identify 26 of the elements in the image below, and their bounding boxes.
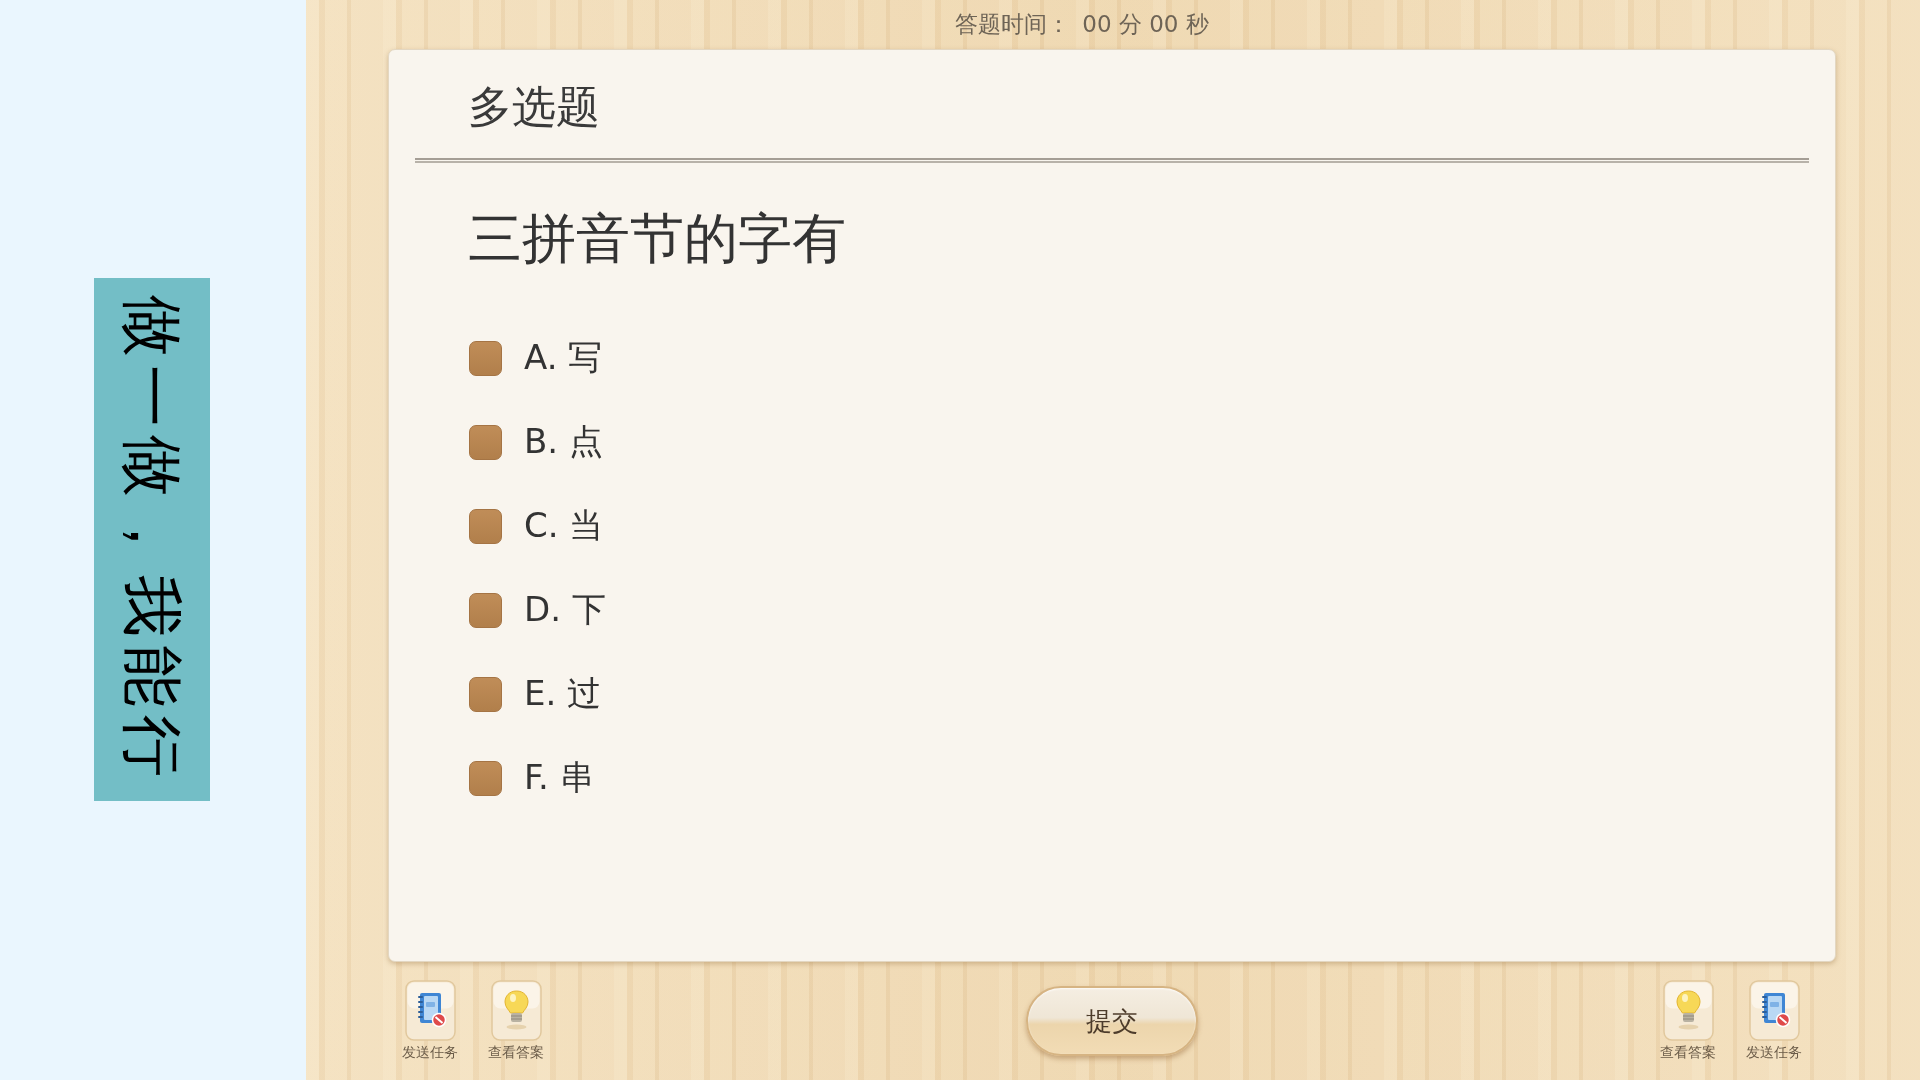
tool-button[interactable]: 发送任务 <box>402 980 458 1061</box>
checkbox[interactable] <box>469 760 502 796</box>
checkbox[interactable] <box>469 508 502 544</box>
checkbox[interactable] <box>469 340 502 376</box>
option-label: D. 下 <box>524 588 606 631</box>
checkbox[interactable] <box>469 424 502 460</box>
notebook-icon <box>404 980 456 1041</box>
tool-button[interactable]: 查看答案 <box>1660 980 1716 1061</box>
checkbox[interactable] <box>469 676 502 712</box>
tool-button[interactable]: 发送任务 <box>1746 980 1802 1061</box>
tool-button[interactable]: 查看答案 <box>488 980 544 1061</box>
lightbulb-icon <box>490 980 542 1041</box>
banner-title: 做一做，我能行 <box>121 294 183 785</box>
lightbulb-icon <box>1662 980 1714 1041</box>
checkbox[interactable] <box>469 592 502 628</box>
question-text: 三拼音节的字有 <box>468 206 847 272</box>
timer-value: 00 分 00 秒 <box>1082 10 1209 39</box>
option-label: E. 过 <box>524 672 602 715</box>
option-label: B. 点 <box>524 420 603 463</box>
option-label: F. 串 <box>524 756 594 799</box>
submit-button[interactable]: 提交 <box>1026 986 1198 1056</box>
option-label: A. 写 <box>524 336 603 379</box>
notebook-icon <box>1748 980 1800 1041</box>
question-type-title: 多选题 <box>468 79 600 134</box>
timer-label: 答题时间： <box>955 10 1071 39</box>
option-label: C. 当 <box>524 504 604 547</box>
